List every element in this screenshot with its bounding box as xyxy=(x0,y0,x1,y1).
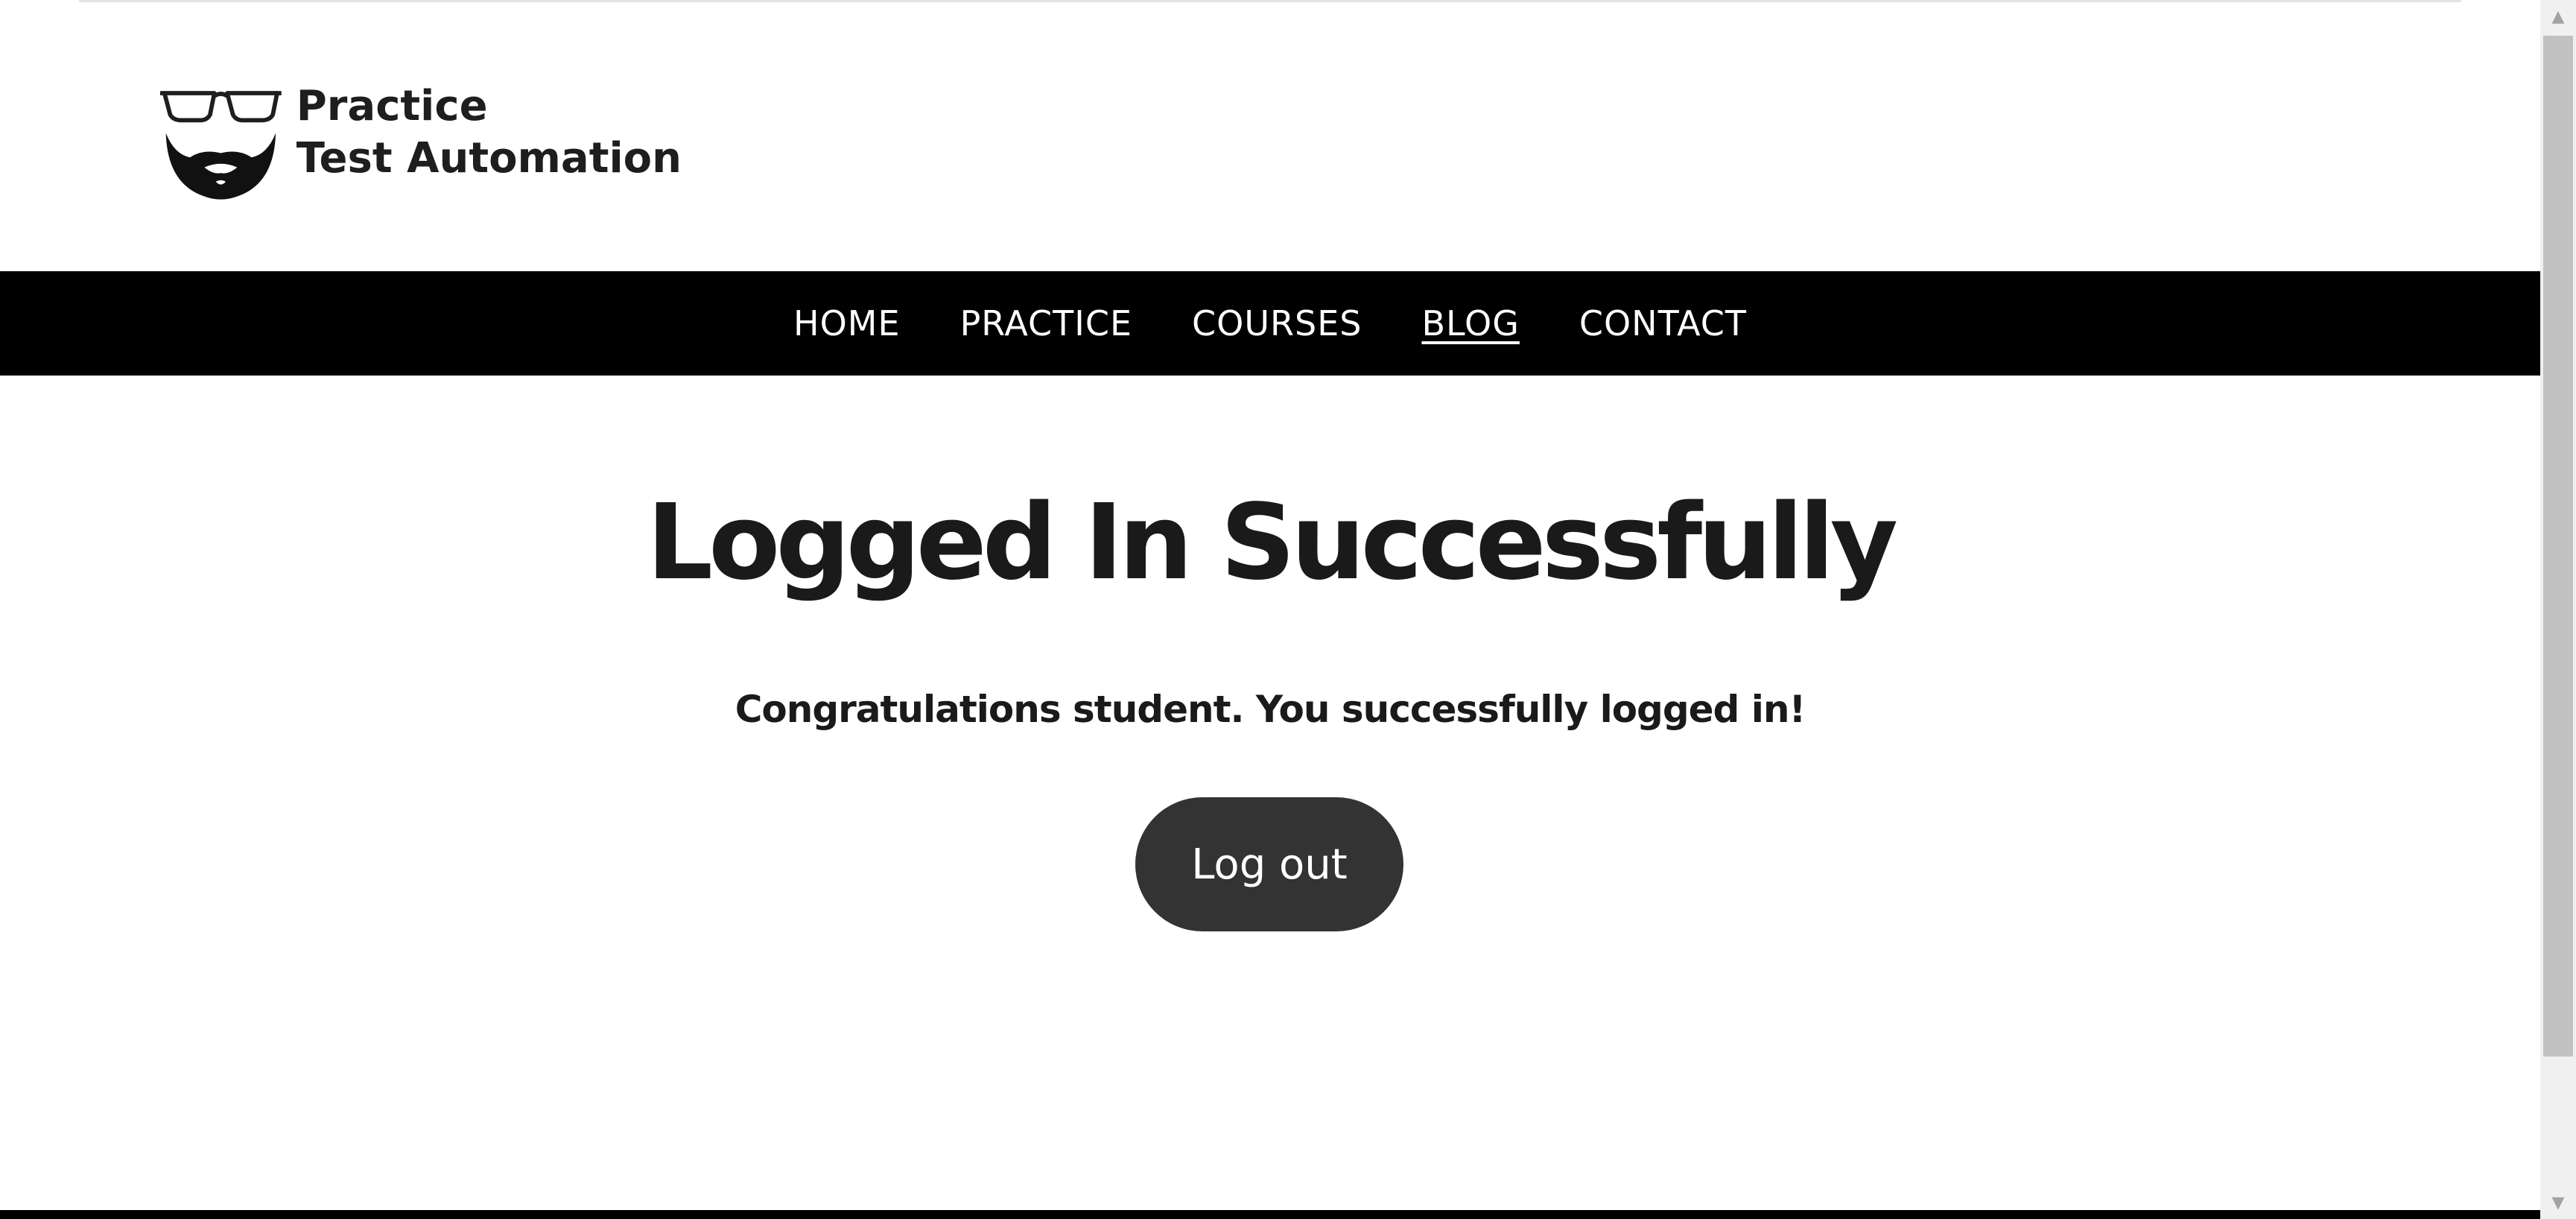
logo-glasses-beard-icon xyxy=(160,91,282,200)
logo-text: Practice Test Automation xyxy=(296,80,682,185)
logo-line-2: Test Automation xyxy=(296,134,682,183)
footer-bar xyxy=(0,1210,2540,1219)
logo-line-1: Practice xyxy=(296,82,488,130)
page-title: Logged In Successfully xyxy=(646,482,1898,604)
nav-item-home[interactable]: HOME xyxy=(793,303,901,343)
nav-item-courses[interactable]: COURSES xyxy=(1192,303,1362,343)
nav-item-contact[interactable]: CONTACT xyxy=(1579,303,1747,343)
logout-button[interactable]: Log out xyxy=(1135,797,1403,931)
main-content: Logged In Successfully Congratulations s… xyxy=(0,376,2540,1210)
nav-item-practice[interactable]: PRACTICE xyxy=(960,303,1132,343)
nav-list: HOME PRACTICE COURSES BLOG CONTACT xyxy=(764,303,1777,343)
vertical-scrollbar[interactable]: ▲ ▼ xyxy=(2540,0,2576,1219)
scrollbar-thumb[interactable] xyxy=(2543,36,2573,1057)
scroll-down-arrow-icon[interactable]: ▼ xyxy=(2540,1186,2576,1219)
success-message: Congratulations student. You successfull… xyxy=(735,688,1806,731)
site-logo-link[interactable]: Practice Test Automation xyxy=(160,80,682,215)
top-divider xyxy=(79,0,2461,2)
page: Practice Test Automation HOME PRACTICE C… xyxy=(0,0,2576,1219)
main-navigation: HOME PRACTICE COURSES BLOG CONTACT xyxy=(0,271,2540,376)
scroll-up-arrow-icon[interactable]: ▲ xyxy=(2540,0,2576,33)
nav-item-blog[interactable]: BLOG xyxy=(1421,303,1519,343)
